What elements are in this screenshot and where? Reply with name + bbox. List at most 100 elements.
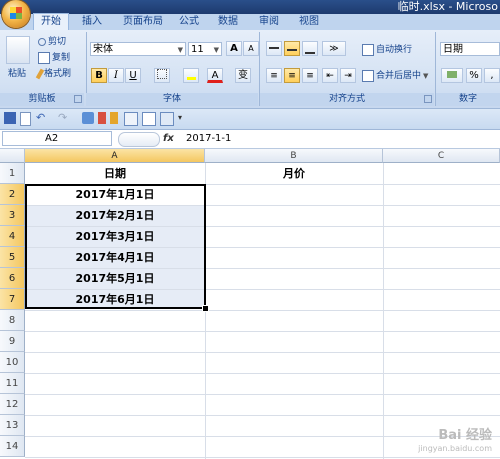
tab-review[interactable]: 审阅	[252, 14, 286, 30]
fill-handle[interactable]	[202, 305, 209, 312]
tab-view[interactable]: 视图	[292, 14, 326, 30]
tab-home[interactable]: 开始	[33, 13, 69, 30]
cell-a7[interactable]: 2017年6月1日	[25, 290, 205, 310]
comma-button[interactable]: ,	[484, 68, 500, 83]
align-middle-icon	[287, 49, 297, 51]
formula-input[interactable]: 2017-1-1	[186, 131, 231, 146]
row-header[interactable]: 7	[0, 289, 25, 310]
cut-label: 剪切	[48, 37, 67, 47]
tab-formulas[interactable]: 公式	[172, 14, 206, 30]
bold-button[interactable]: B	[91, 68, 107, 83]
row-header[interactable]: 1	[0, 163, 25, 184]
tab-page-layout[interactable]: 页面布局	[116, 14, 170, 30]
wrap-text-button[interactable]: 自动换行	[362, 42, 412, 58]
currency-button[interactable]	[441, 68, 463, 83]
grid-icon[interactable]	[160, 112, 174, 126]
format-painter-button[interactable]: 格式刷	[35, 66, 71, 82]
grow-font-button[interactable]: A	[226, 41, 242, 56]
row-header[interactable]: 13	[0, 415, 25, 436]
column-header-b[interactable]: B	[205, 149, 383, 163]
row-header[interactable]: 10	[0, 352, 25, 373]
align-left-button[interactable]: ≡	[266, 68, 282, 83]
row-header[interactable]: 11	[0, 373, 25, 394]
chart-icon[interactable]	[98, 112, 106, 124]
cell-a4[interactable]: 2017年3月1日	[25, 227, 205, 247]
format-cells-icon[interactable]	[124, 112, 138, 126]
align-bottom-button[interactable]	[302, 41, 318, 56]
borders-button[interactable]	[154, 68, 170, 83]
align-right-button[interactable]: ≡	[302, 68, 318, 83]
number-group-label: 数字	[436, 93, 500, 106]
copy-label: 复制	[52, 53, 71, 63]
new-document-icon[interactable]	[20, 112, 31, 126]
underline-button[interactable]: U	[125, 68, 141, 83]
row-header[interactable]: 8	[0, 310, 25, 331]
align-center-icon: ≡	[288, 71, 296, 81]
merge-icon	[362, 69, 374, 82]
gridline	[25, 394, 500, 395]
worksheet-grid[interactable]: A B C 1 2 3 4 5 6 7 8 9 10 11 12 13 14 日…	[0, 149, 500, 459]
office-button[interactable]	[2, 0, 30, 28]
row-header[interactable]: 3	[0, 205, 25, 226]
save-icon[interactable]	[4, 112, 16, 124]
chevron-down-icon: ▼	[423, 72, 429, 80]
row-header[interactable]: 6	[0, 268, 25, 289]
shrink-font-button[interactable]: A	[243, 41, 259, 56]
copy-button[interactable]: 复制	[38, 50, 70, 66]
formula-bar: A2 fx 2017-1-1	[0, 130, 500, 149]
sort-icon[interactable]	[110, 112, 118, 124]
align-middle-button[interactable]	[284, 41, 300, 56]
row-header[interactable]: 5	[0, 247, 25, 268]
decrease-indent-button[interactable]: ⇤	[322, 68, 338, 83]
print-preview-icon[interactable]	[82, 112, 94, 124]
cell-b1[interactable]: 月价	[205, 164, 383, 184]
cell-a3[interactable]: 2017年2月1日	[25, 206, 205, 226]
row-header[interactable]: 12	[0, 394, 25, 415]
cell-a6[interactable]: 2017年5月1日	[25, 269, 205, 289]
percent-button[interactable]: %	[466, 68, 482, 83]
redo-icon[interactable]: ↷	[58, 112, 70, 124]
align-center-button[interactable]: ≡	[284, 68, 300, 83]
gridline	[25, 415, 500, 416]
table-icon[interactable]	[142, 112, 156, 126]
align-top-button[interactable]	[266, 41, 282, 56]
column-header-a[interactable]: A	[25, 149, 205, 163]
office-logo-icon	[10, 7, 22, 19]
font-name-select[interactable]: 宋体 ▼	[90, 42, 186, 56]
undo-icon[interactable]: ↶	[36, 112, 48, 124]
name-box[interactable]: A2	[2, 131, 112, 146]
orientation-button[interactable]: ≫	[322, 41, 346, 56]
align-left-icon: ≡	[270, 71, 278, 81]
increase-indent-button[interactable]: ⇥	[340, 68, 356, 83]
row-header[interactable]: 2	[0, 184, 25, 205]
borders-icon	[157, 69, 167, 79]
cell-a2[interactable]: 2017年1月1日	[25, 185, 205, 205]
insert-function-button[interactable]: fx	[163, 131, 174, 146]
font-size-select[interactable]: 11 ▼	[188, 42, 222, 56]
customize-toolbar-icon[interactable]: ▾	[178, 112, 190, 124]
cell-a5[interactable]: 2017年4月1日	[25, 248, 205, 268]
number-format-select[interactable]: 日期	[440, 42, 500, 56]
phonetic-button[interactable]: 变	[235, 68, 251, 83]
italic-button[interactable]: I	[108, 68, 124, 83]
alignment-launcher-icon[interactable]	[424, 95, 432, 103]
select-all-corner[interactable]	[0, 149, 25, 163]
font-color-button[interactable]: A	[207, 68, 223, 83]
tab-data[interactable]: 数据	[211, 14, 245, 30]
window-title: 临时.xlsx - Microso	[397, 0, 498, 13]
row-header[interactable]: 14	[0, 436, 25, 457]
wrap-text-label: 自动换行	[376, 45, 413, 55]
cut-button[interactable]: 剪切	[38, 34, 66, 50]
watermark-main: Bai 经验	[438, 428, 492, 443]
paste-button[interactable]: 粘贴	[8, 66, 26, 82]
title-bar: 临时.xlsx - Microso	[0, 0, 500, 14]
clipboard-launcher-icon[interactable]	[74, 95, 82, 103]
tab-insert[interactable]: 插入	[75, 14, 109, 30]
row-header[interactable]: 9	[0, 331, 25, 352]
row-header[interactable]: 4	[0, 226, 25, 247]
fill-color-button[interactable]	[183, 68, 199, 83]
cell-a1[interactable]: 日期	[25, 164, 205, 184]
column-header-c[interactable]: C	[383, 149, 500, 163]
formula-bar-splitter[interactable]	[118, 132, 160, 147]
merge-center-button[interactable]: 合并后居中 ▼	[362, 68, 428, 84]
